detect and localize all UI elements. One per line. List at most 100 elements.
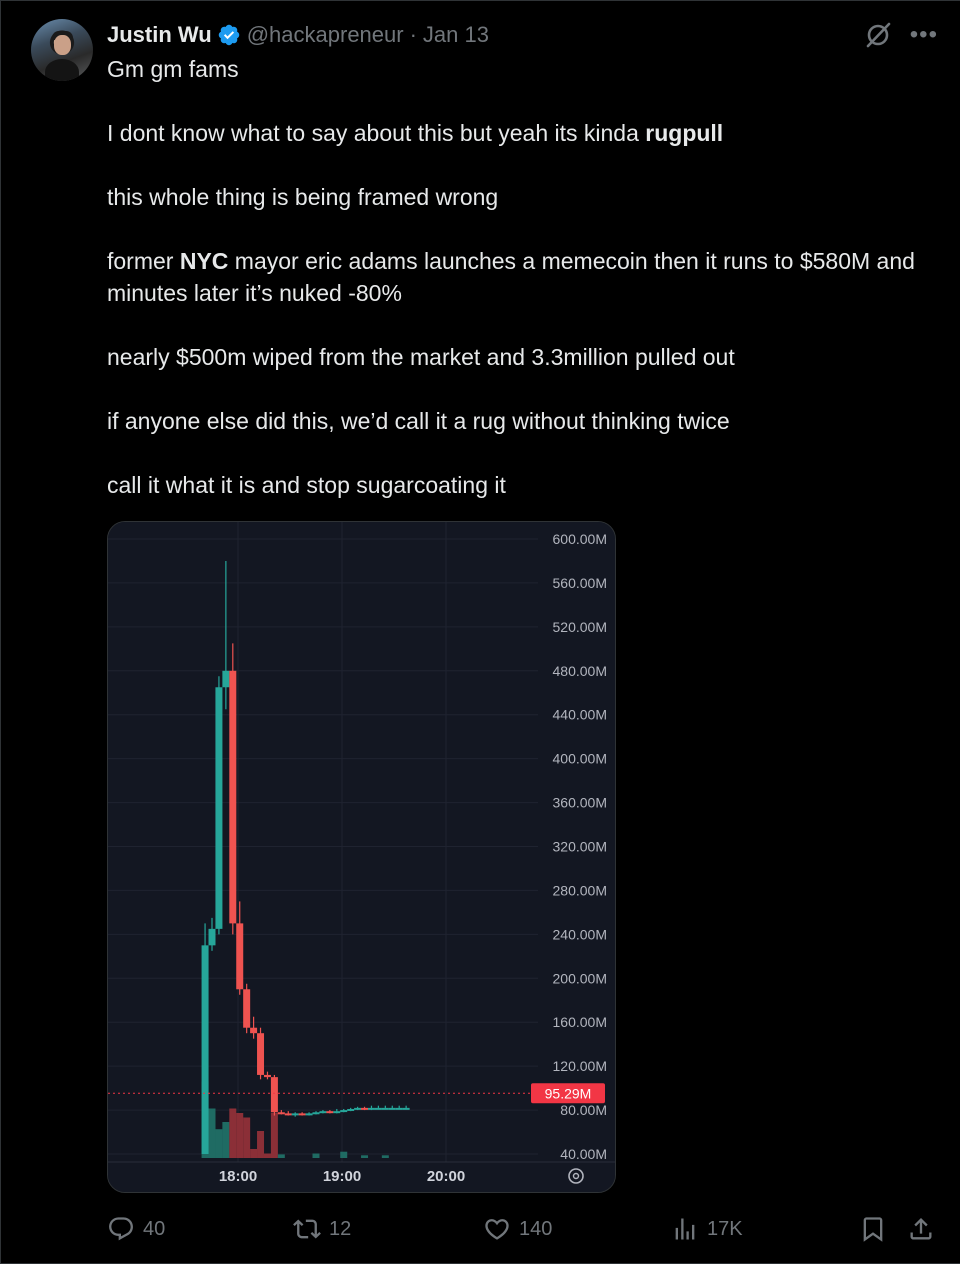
- tweet-text-span: former: [107, 248, 180, 274]
- more-icon[interactable]: •••: [910, 23, 938, 47]
- candle-body: [326, 1111, 334, 1114]
- tweet-paragraph: Gm gm fams: [107, 56, 239, 82]
- share-button[interactable]: [907, 1209, 935, 1249]
- y-tick-label: 520.00M: [553, 619, 607, 635]
- candle-body: [333, 1111, 341, 1114]
- candle-body: [250, 1027, 258, 1034]
- x-tick-label: 20:00: [427, 1168, 465, 1185]
- repost-icon: [293, 1219, 321, 1239]
- like-icon: [485, 1219, 509, 1240]
- tweet-bold-word: NYC: [179, 248, 229, 274]
- reply-button[interactable]: 40: [107, 1209, 165, 1249]
- separator-dot: ·: [409, 22, 417, 47]
- avatar-shirt: [45, 59, 79, 81]
- candle-body: [277, 1112, 285, 1115]
- tweet-paragraph: call it what it is and stop sugarcoating…: [107, 472, 506, 498]
- views-icon: [675, 1218, 695, 1240]
- candle-body: [215, 687, 223, 929]
- y-tick-label: 120.00M: [553, 1058, 607, 1074]
- price-chart: 95.29M 600.00M 560.00M 520.00M 480.00M 440.0…: [108, 522, 615, 1192]
- tweet-paragraph: this whole thing is being framed wrong: [107, 184, 499, 210]
- reply-icon: [109, 1217, 133, 1241]
- chart-image[interactable]: 95.29M 600.00M 560.00M 520.00M 480.00M 440.0…: [107, 521, 616, 1193]
- y-tick-label: 40.00M: [560, 1146, 607, 1162]
- volume-bar: [243, 1117, 251, 1158]
- candle-body: [243, 989, 251, 1028]
- author-handle[interactable]: @hackapreneur: [247, 22, 404, 48]
- candle-body: [263, 1074, 271, 1078]
- tweet-card[interactable]: Justin Wu @hackapreneur · Jan 13 ••• Gm …: [0, 0, 960, 1264]
- y-tick-label: 200.00M: [553, 970, 607, 986]
- tweet-paragraph: if anyone else did this, we’d call it a …: [107, 408, 730, 434]
- tweet-bold-word: rugpull: [645, 120, 724, 146]
- tweet-paragraph: I dont know what to say about this but y…: [107, 117, 947, 149]
- candle-body: [305, 1113, 313, 1116]
- price-tag-label: 95.29M: [545, 1085, 592, 1101]
- candle-body: [291, 1113, 299, 1116]
- candle-body: [388, 1107, 396, 1110]
- volume-bar: [215, 1129, 223, 1158]
- y-tick-label: 560.00M: [553, 575, 607, 591]
- volume-bar: [222, 1122, 230, 1158]
- candle-body: [201, 945, 209, 1154]
- y-tick-label: 440.00M: [553, 707, 607, 723]
- volume-bar: [270, 1113, 278, 1158]
- volume-bar: [361, 1155, 369, 1158]
- tweet-text-span: I dont know what to say about this but y…: [107, 120, 646, 146]
- verified-badge-icon: [218, 24, 239, 46]
- x-tick-label: 18:00: [219, 1168, 257, 1185]
- y-tick-label: 80.00M: [560, 1102, 607, 1118]
- candle-body: [270, 1077, 278, 1113]
- y-tick-label: 240.00M: [553, 926, 607, 942]
- volume-bar: [236, 1113, 244, 1158]
- tweet-paragraph: former NYC mayor eric adams launches a m…: [107, 245, 947, 309]
- share-icon: [910, 1218, 932, 1240]
- volume-bar: [381, 1155, 389, 1158]
- candle-body: [354, 1107, 362, 1110]
- volume-bar: [229, 1108, 237, 1158]
- tweet-header: Justin Wu @hackapreneur · Jan 13: [107, 19, 489, 51]
- candle-body: [257, 1033, 265, 1075]
- candle-body: [402, 1107, 410, 1110]
- top-right-actions: •••: [864, 21, 938, 49]
- action-bar: 40 12 140 17K: [107, 1209, 943, 1249]
- candle-body: [319, 1111, 327, 1114]
- avatar[interactable]: [31, 19, 93, 81]
- views-count: 17K: [707, 1217, 743, 1240]
- author-name[interactable]: Justin Wu: [107, 22, 212, 48]
- candle-body: [340, 1110, 348, 1113]
- candle-body: [236, 923, 244, 990]
- like-button[interactable]: 140: [483, 1209, 552, 1249]
- volume-bar: [208, 1108, 216, 1158]
- grok-icon[interactable]: [864, 21, 892, 49]
- y-tick-label: 320.00M: [553, 839, 607, 855]
- y-tick-label: 400.00M: [553, 751, 607, 767]
- volume-bar: [257, 1131, 265, 1158]
- volume-bar: [312, 1153, 320, 1158]
- volume-bar: [277, 1154, 285, 1158]
- volume-bar: [250, 1149, 258, 1158]
- like-count: 140: [519, 1217, 553, 1240]
- y-tick-label: 160.00M: [553, 1014, 607, 1030]
- candle-body: [381, 1107, 389, 1110]
- candle-body: [367, 1107, 375, 1110]
- candle-body: [361, 1107, 369, 1110]
- y-tick-label: 280.00M: [553, 882, 607, 898]
- candle-body: [222, 670, 230, 688]
- y-tick-label: 600.00M: [553, 531, 607, 547]
- candle-body: [395, 1107, 403, 1110]
- repost-count: 12: [329, 1217, 352, 1240]
- avatar-face: [54, 35, 71, 55]
- tweet-text-span: mayor eric adams launches a memecoin the…: [107, 248, 915, 306]
- bookmark-button[interactable]: [859, 1209, 887, 1249]
- volume-bar: [263, 1153, 271, 1158]
- candle-body: [229, 670, 237, 924]
- views-button[interactable]: 17K: [671, 1209, 743, 1249]
- tweet-date[interactable]: Jan 13: [423, 22, 489, 48]
- repost-button[interactable]: 12: [293, 1209, 351, 1249]
- candle-body: [312, 1112, 320, 1115]
- y-axis: 600.00M 560.00M 520.00M 480.00M 440.00M 400.0…: [553, 531, 607, 1162]
- reply-count: 40: [143, 1217, 166, 1240]
- y-tick-label: 480.00M: [553, 663, 607, 679]
- volume-bar: [340, 1151, 348, 1158]
